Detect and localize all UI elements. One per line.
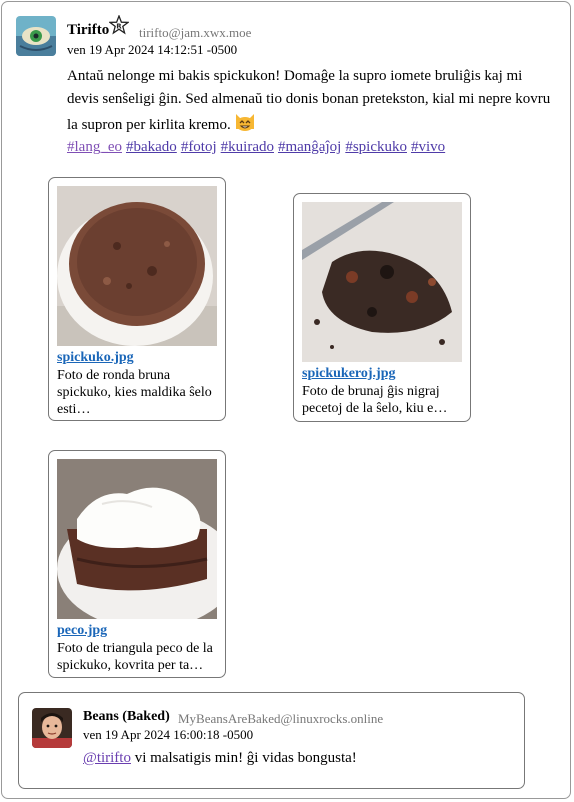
attachment-description: Foto de brunaj ĝis nigraj pecetoj de la … <box>302 384 448 416</box>
attachment-description: Foto de triangula peco de la spickuko, k… <box>57 641 213 673</box>
attachment-filename[interactable]: peco.jpg <box>57 623 107 639</box>
author-handle[interactable]: tirifto@jam.xwx.moe <box>139 25 251 41</box>
attachment-filename[interactable]: spickukeroj.jpg <box>302 366 395 382</box>
reply-card: Beans (Baked) MyBeansAreBaked@linuxrocks… <box>18 692 525 789</box>
cake-slice-photo-icon[interactable] <box>57 459 217 619</box>
mention-link[interactable]: @tirifto <box>83 750 131 766</box>
round-cake-photo-icon[interactable] <box>57 186 217 346</box>
post-text: Antaŭ nelonge mi bakis spickukon! Domaĝe… <box>67 68 551 133</box>
post-body: Antaŭ nelonge mi bakis spickukon! Domaĝe… <box>67 65 557 137</box>
attachment-card[interactable]: spickuko.jpg Foto de ronda bruna spickuk… <box>48 177 226 421</box>
hashtag-list: #lang_eo #bakado #fotoj #kuirado #manĝaĵoj #s… <box>67 139 449 156</box>
hashtag-link[interactable]: #spickuko <box>345 139 407 155</box>
hashtag-link[interactable]: #kuirado <box>221 139 274 155</box>
post-card: Tirifto R tirifto@jam.xwx.moe ven 19 Apr… <box>1 1 571 799</box>
reply-text: vi malsatigis min! ĝi vidas bongusta! <box>130 750 357 766</box>
hashtag-link[interactable]: #fotoj <box>181 139 217 155</box>
attachment-filename[interactable]: spickuko.jpg <box>57 350 134 366</box>
reply-timestamp[interactable]: ven 19 Apr 2024 16:00:18 -0500 <box>83 727 253 743</box>
post-timestamp[interactable]: ven 19 Apr 2024 14:12:51 -0500 <box>67 42 237 58</box>
svg-text:R: R <box>116 23 122 31</box>
hashtag-link[interactable]: #manĝaĵoj <box>278 139 341 155</box>
grinning-cat-emoji-icon <box>234 111 256 133</box>
bot-star-icon: R <box>108 14 130 35</box>
reply-body: @tirifto vi malsatigis min! ĝi vidas bon… <box>83 750 357 767</box>
attachment-card[interactable]: peco.jpg Foto de triangula peco de la sp… <box>48 450 226 678</box>
cake-crumbs-photo-icon[interactable] <box>302 202 462 362</box>
hashtag-link[interactable]: #vivo <box>411 139 445 155</box>
reply-author-avatar[interactable] <box>32 708 72 748</box>
author-avatar[interactable] <box>16 16 56 56</box>
reply-author-name[interactable]: Beans (Baked) <box>83 709 170 725</box>
author-name[interactable]: Tirifto <box>67 22 109 39</box>
hashtag-link[interactable]: #bakado <box>126 139 177 155</box>
attachment-description: Foto de ronda bruna spickuko, kies maldi… <box>57 368 212 417</box>
attachment-card[interactable]: spickukeroj.jpg Foto de brunaj ĝis nigra… <box>293 193 471 422</box>
hashtag-link[interactable]: #lang_eo <box>67 139 122 155</box>
reply-author-handle[interactable]: MyBeansAreBaked@linuxrocks.online <box>178 711 383 727</box>
